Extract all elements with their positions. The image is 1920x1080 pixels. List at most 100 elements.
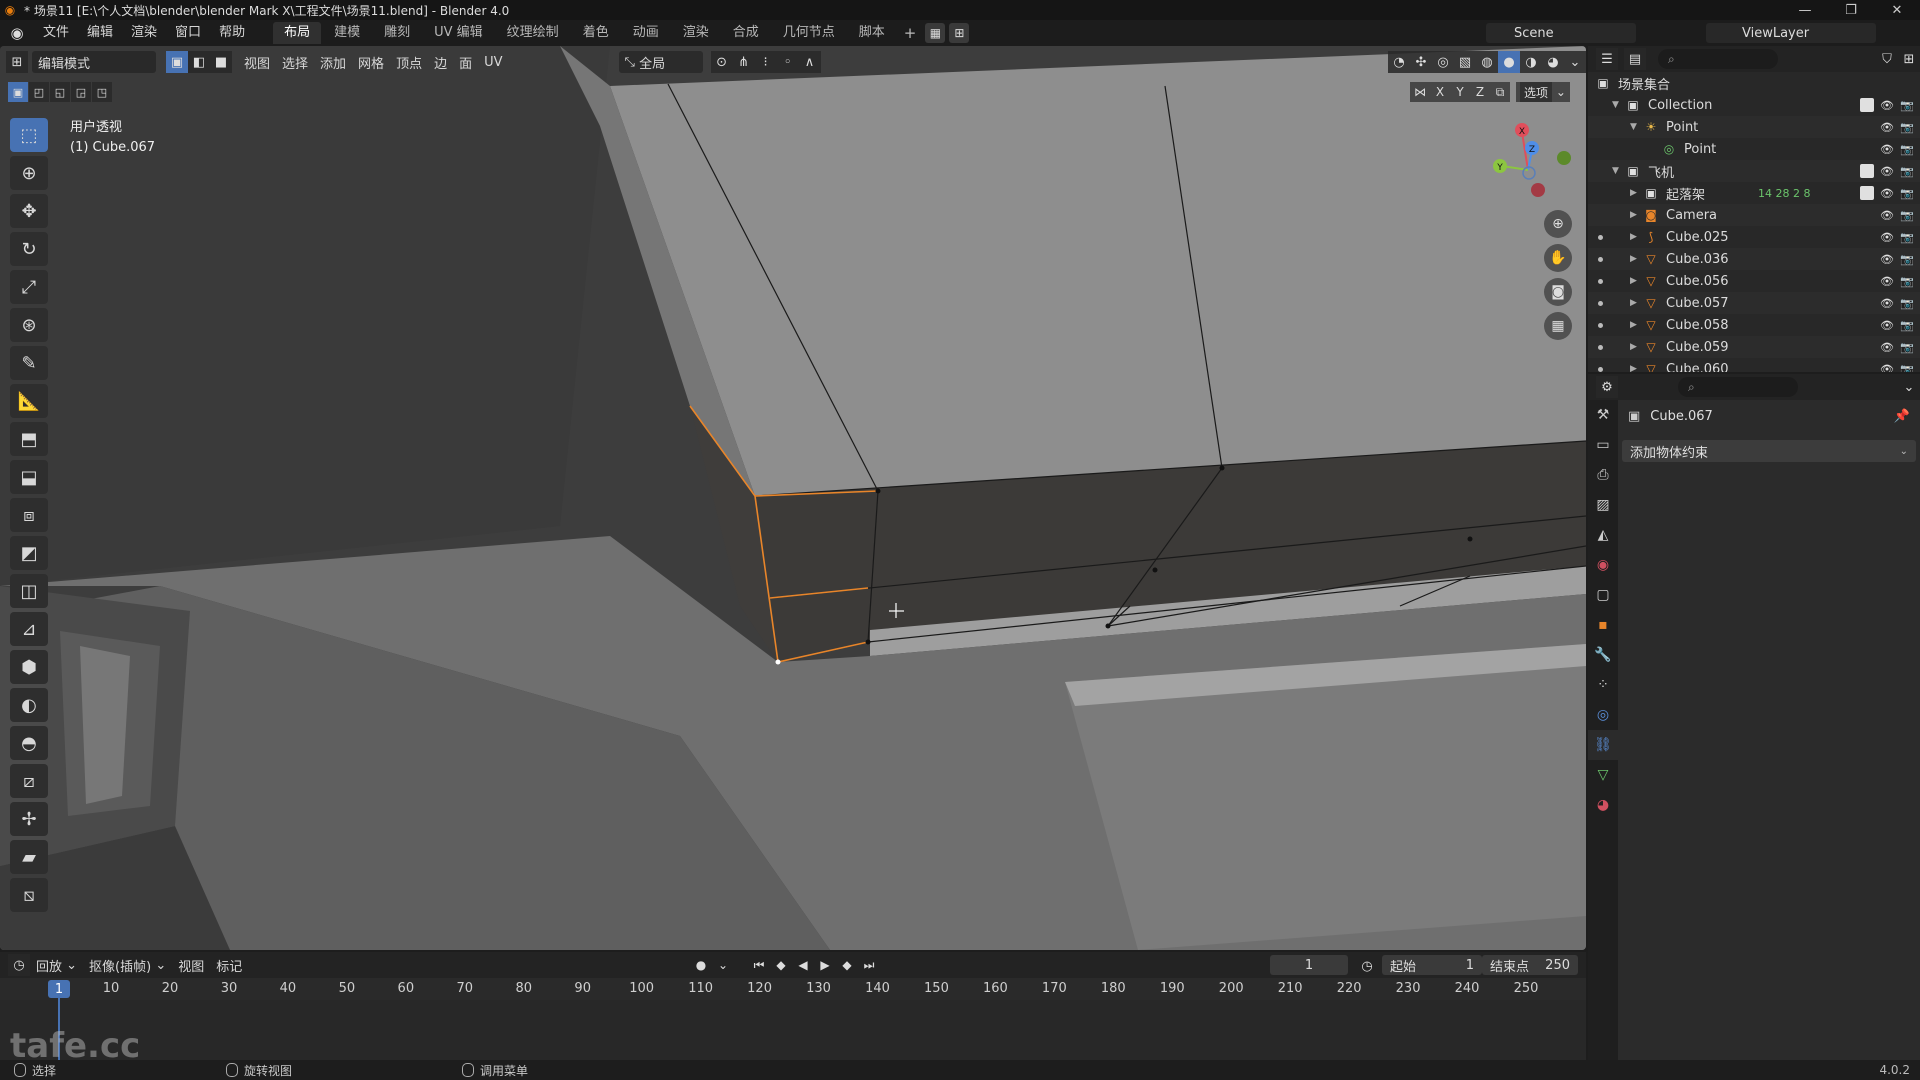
view-layer-tab-icon[interactable]: ▨ [1588,490,1618,520]
eye-icon[interactable]: 👁 [1880,186,1894,200]
poly-build-icon[interactable]: ⬢ [10,650,48,684]
expand-right-icon[interactable]: ▶ [1630,364,1642,372]
new-collection-icon[interactable]: ⊞ [1898,48,1920,70]
mirror-x-toggle[interactable]: X [1430,82,1450,102]
ortho-grid-icon[interactable]: ▦ [1544,312,1572,340]
transform-icon[interactable]: ⊛ [10,308,48,342]
shading-solid-icon[interactable]: ● [1498,51,1520,73]
properties-search-input[interactable]: ⌕ [1678,377,1798,397]
render-camera-icon[interactable]: 📷 [1900,252,1914,266]
eye-icon[interactable]: 👁 [1880,362,1894,373]
vertex-select-icon[interactable]: ▣ [166,51,188,73]
render-camera-icon[interactable]: 📷 [1900,274,1914,288]
expand-right-icon[interactable]: ▶ [1630,342,1642,352]
collection-tab-icon[interactable]: ▢ [1588,580,1618,610]
modifier-tab-icon[interactable]: 🔧 [1588,640,1618,670]
outliner-row[interactable]: ▶ ▽ Cube.056 👁 📷 [1588,270,1920,292]
menu-uv[interactable]: UV [478,51,508,73]
expand-down-icon[interactable]: ▼ [1612,166,1624,176]
snap-target-icon[interactable]: ⁝ [754,51,777,73]
render-camera-icon[interactable]: 📷 [1900,362,1914,373]
menu-vertex[interactable]: 顶点 [390,51,428,73]
timeline-track-area[interactable] [0,1000,1586,1060]
outliner-row[interactable]: ▶ ▽ Cube.057 👁 📷 [1588,292,1920,314]
timeline-editor-icon[interactable]: ◷ [8,954,30,976]
snap-icon[interactable]: ⋔ [732,51,755,73]
proportional-edit-icon[interactable]: ◦ [776,51,799,73]
scene-tab-icon[interactable]: ◭ [1588,520,1618,550]
outliner-row[interactable]: ▶ ▣ 起落架 14 28 2 8 ✓ 👁 📷 [1588,182,1920,204]
tab-compositing[interactable]: 合成 [722,22,770,44]
add-workspace-button[interactable]: + [897,24,924,42]
mode-selector[interactable]: 编辑模式 [32,51,156,73]
select-new-icon[interactable]: ▣ [8,82,28,102]
tab-texture-paint[interactable]: 纹理绘制 [496,22,570,44]
display-mode-icon[interactable]: ▤ [1624,48,1646,70]
measure-icon[interactable]: 📐 [10,384,48,418]
shading-material-icon[interactable]: ◑ [1520,51,1542,73]
eye-icon[interactable]: 👁 [1880,98,1894,112]
view-layer-selector[interactable]: ViewLayer [1706,23,1876,43]
pin-icon[interactable]: 📌 [1894,409,1910,424]
menu-add[interactable]: 添加 [314,51,352,73]
outliner-editor-icon[interactable]: ☰ [1596,48,1618,70]
outliner-row[interactable]: ▼ ▣ Collection ✓ 👁 📷 [1588,94,1920,116]
rip-icon[interactable]: ⧅ [10,878,48,912]
outliner-root[interactable]: ▣ 场景集合 [1588,72,1920,94]
workspace-icon-b[interactable]: ⊞ [949,23,970,43]
expand-down-icon[interactable]: ▼ [1612,100,1624,110]
outliner-row[interactable]: ▶ ▽ Cube.060 👁 📷 [1588,358,1920,372]
tab-rendering[interactable]: 渲染 [672,22,720,44]
outliner-row[interactable]: ◎ Point 👁 📷 [1588,138,1920,160]
xray-icon[interactable]: ▧ [1454,51,1476,73]
expand-right-icon[interactable]: ▶ [1630,276,1642,286]
tool-tab-icon[interactable]: ⚒ [1588,400,1618,430]
menu-help[interactable]: 帮助 [210,20,254,46]
menu-keying[interactable]: 抠像(插帧) ⌄ [83,954,172,976]
material-tab-icon[interactable]: ◕ [1588,790,1618,820]
pivot-icon[interactable]: ⊙ [710,51,733,73]
menu-edge[interactable]: 边 [428,51,453,73]
visibility-icon[interactable]: ◔ [1388,51,1410,73]
editor-type-icon[interactable]: ⊞ [6,51,28,73]
exclude-checkbox[interactable]: ✓ [1860,186,1874,200]
shading-wire-icon[interactable]: ◍ [1476,51,1498,73]
expand-right-icon[interactable]: ▶ [1630,188,1642,198]
render-camera-icon[interactable]: 📷 [1900,98,1914,112]
properties-options-icon[interactable]: ⌄ [1898,376,1920,398]
menu-face[interactable]: 面 [453,51,478,73]
navigation-gizmo[interactable]: X Z Y [1486,118,1576,218]
falloff-icon[interactable]: ∧ [798,51,821,73]
tab-animation[interactable]: 动画 [622,22,670,44]
rotate-icon[interactable]: ↻ [10,232,48,266]
cursor-icon[interactable]: ⊕ [10,156,48,190]
menu-render[interactable]: 渲染 [122,20,166,46]
expand-right-icon[interactable]: ▶ [1630,298,1642,308]
outliner-search-input[interactable]: ⌕ [1658,49,1778,69]
render-camera-icon[interactable]: 📷 [1900,186,1914,200]
physics-tab-icon[interactable]: ◎ [1588,700,1618,730]
blender-menu-icon[interactable]: ◉ [0,20,34,46]
menu-file[interactable]: 文件 [34,20,78,46]
outliner-row[interactable]: ▶ ▽ Cube.059 👁 📷 [1588,336,1920,358]
edge-select-icon[interactable]: ◧ [188,51,210,73]
data-tab-icon[interactable]: ▽ [1588,760,1618,790]
exclude-checkbox[interactable]: ✓ [1860,164,1874,178]
shading-rendered-icon[interactable]: ◕ [1542,51,1564,73]
render-camera-icon[interactable]: 📷 [1900,318,1914,332]
bevel-icon[interactable]: ◩ [10,536,48,570]
eye-icon[interactable]: 👁 [1880,340,1894,354]
mirror-y-toggle[interactable]: Y [1450,82,1470,102]
annotate-icon[interactable]: ✎ [10,346,48,380]
outliner-row[interactable]: ▼ ▣ 飞机 ✓ 👁 📷 [1588,160,1920,182]
expand-right-icon[interactable]: ▶ [1630,254,1642,264]
close-button[interactable]: ✕ [1874,0,1920,20]
loop-cut-icon[interactable]: ◫ [10,574,48,608]
spin-icon[interactable]: ◐ [10,688,48,722]
outliner-row[interactable]: ▶ ◙ Camera 👁 📷 [1588,204,1920,226]
scale-icon[interactable]: ⤢ [10,270,48,304]
expand-down-icon[interactable]: ▼ [1630,122,1642,132]
world-tab-icon[interactable]: ◉ [1588,550,1618,580]
record-dropdown-icon[interactable]: ⌄ [712,954,734,976]
render-camera-icon[interactable]: 📷 [1900,120,1914,134]
